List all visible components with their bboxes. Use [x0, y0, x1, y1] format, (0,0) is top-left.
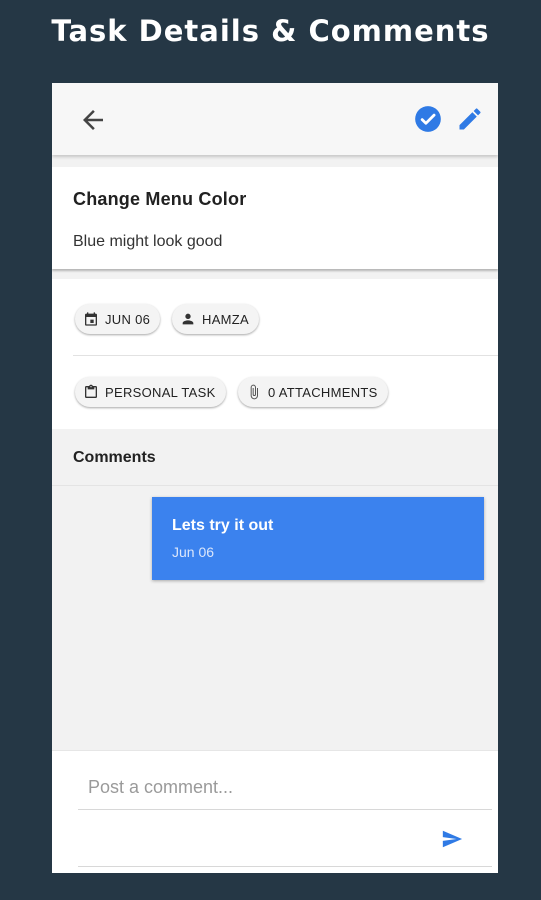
assignee-chip[interactable]: HAMZA — [172, 304, 259, 334]
back-button[interactable] — [78, 105, 108, 135]
category-chip[interactable]: PERSONAL TASK — [75, 377, 226, 407]
calendar-icon — [83, 311, 99, 327]
comment-bubble[interactable]: Lets try it out Jun 06 — [152, 497, 484, 580]
check-circle-icon — [415, 106, 441, 132]
arrow-back-icon — [83, 110, 103, 130]
pencil-icon — [459, 108, 481, 130]
send-icon — [442, 830, 463, 848]
comments-title: Comments — [73, 449, 156, 466]
complete-task-button[interactable] — [414, 105, 442, 133]
task-card: Change Menu Color Blue might look good — [52, 167, 498, 269]
due-date-chip[interactable]: JUN 06 — [75, 304, 161, 334]
banner-title: Task Details & Comments — [51, 14, 490, 48]
comments-header: Comments — [52, 433, 498, 486]
app-bar — [52, 83, 498, 155]
comment-date: Jun 06 — [172, 544, 215, 560]
input-underline — [78, 809, 492, 810]
send-button[interactable] — [441, 828, 463, 850]
category-label: PERSONAL TASK — [105, 384, 216, 400]
task-description: Blue might look good — [73, 233, 223, 250]
comment-composer — [52, 750, 498, 873]
comment-input[interactable] — [78, 769, 488, 805]
due-date-label: JUN 06 — [105, 311, 151, 327]
divider — [73, 355, 498, 356]
task-meta-section: JUN 06 HAMZA PERSONAL TASK 0 ATTACHMENTS — [52, 279, 498, 429]
task-title: Change Menu Color — [73, 189, 247, 209]
composer-bottom-line — [78, 866, 492, 867]
attachments-chip[interactable]: 0 ATTACHMENTS — [238, 377, 388, 407]
edit-task-button[interactable] — [456, 105, 484, 133]
person-icon — [180, 311, 196, 327]
paperclip-icon — [246, 384, 262, 400]
app-screen: Change Menu Color Blue might look good J… — [52, 83, 498, 873]
comment-text: Lets try it out — [172, 517, 274, 534]
attachments-label: 0 ATTACHMENTS — [268, 384, 378, 400]
assignee-label: HAMZA — [202, 311, 249, 327]
clipboard-icon — [83, 384, 99, 400]
